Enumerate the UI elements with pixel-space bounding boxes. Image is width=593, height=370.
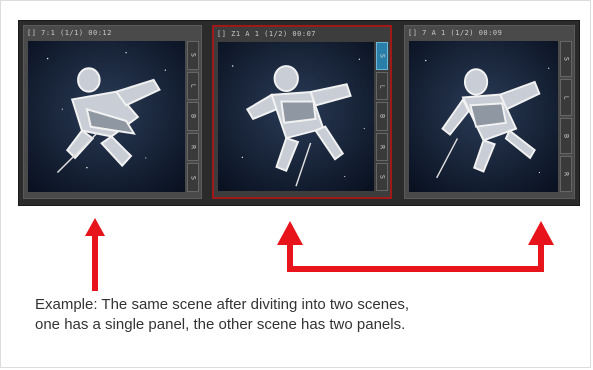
caption-line-1: Example: The same scene after diviting i… <box>35 296 410 313</box>
arrow-up-icon <box>85 218 105 291</box>
example-caption: Example: The same scene after diviting i… <box>35 295 575 335</box>
caption-line-2: one has a single panel, the other scene … <box>35 316 406 333</box>
bracket-arrow-icon <box>277 221 554 272</box>
